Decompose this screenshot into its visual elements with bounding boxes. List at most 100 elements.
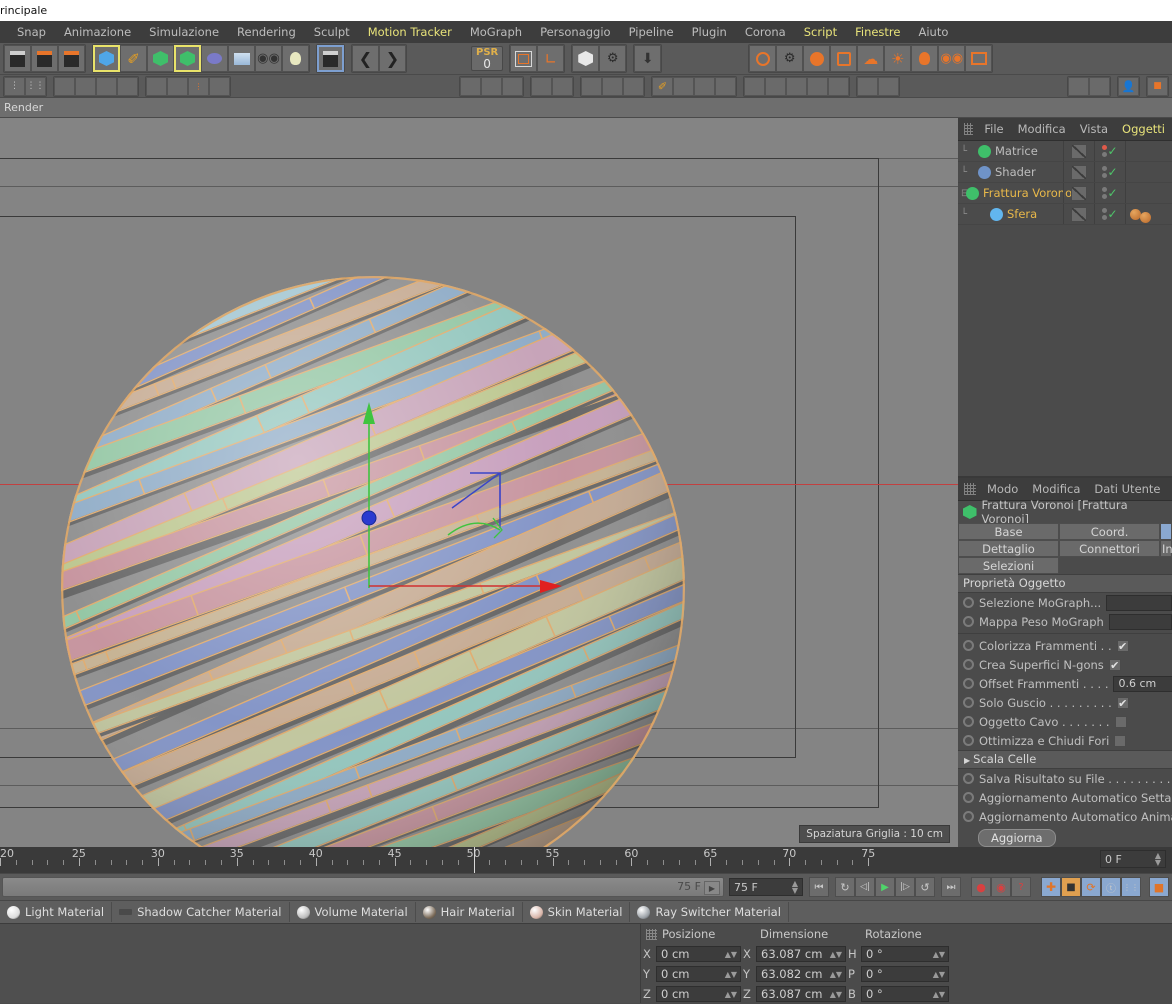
mograph-select-icon[interactable] — [749, 45, 777, 72]
key-point-level-button[interactable]: ⋮⋮ — [1121, 877, 1141, 897]
panel-icon[interactable] — [965, 45, 993, 72]
settings-gear-icon[interactable]: ⚙ — [599, 45, 627, 72]
object-tags-cell[interactable] — [1125, 162, 1172, 182]
spline-pen-icon[interactable]: ✐ — [120, 45, 147, 72]
lock-axis-y-icon[interactable] — [481, 76, 502, 96]
video-camera-icon[interactable]: ◉◉ — [938, 45, 966, 72]
object-enabled-check[interactable]: ✓ — [1107, 187, 1117, 199]
tab-dettaglio[interactable]: Dettaglio — [958, 540, 1059, 557]
workplane-icon[interactable] — [146, 76, 167, 96]
magnet-icon[interactable] — [581, 76, 602, 96]
coord-position-field[interactable]: 0 cm ▲▼ — [656, 946, 741, 962]
key-scale-button[interactable]: ■ — [1061, 877, 1081, 897]
menu-item-sculpt[interactable]: Sculpt — [305, 21, 359, 43]
scissors-icon[interactable] — [1089, 76, 1110, 96]
tool-group-e[interactable] — [530, 75, 574, 97]
material-preview-icon[interactable] — [637, 905, 651, 919]
om-menu-modifica[interactable]: Modifica — [1011, 118, 1073, 140]
property-row-2[interactable]: Salva Risultato su File . . . . . . . . … — [958, 769, 1172, 788]
object-visibility-cell[interactable] — [1063, 204, 1094, 224]
points-mode-icon[interactable]: ⋮ — [4, 76, 25, 96]
attribute-property-list[interactable]: Selezione MoGraph... Mappa Peso MoGraph Co… — [958, 593, 1172, 750]
property-row[interactable]: Ottimizza e Chiudi Fori ✔ — [958, 731, 1172, 750]
property-checkbox[interactable]: ✔ — [1116, 639, 1129, 652]
object-tags-cell[interactable] — [1125, 141, 1172, 161]
property-row[interactable]: Selezione MoGraph... — [958, 593, 1172, 612]
menu-item-snap[interactable]: Snap — [8, 21, 55, 43]
layer-swatch-icon[interactable] — [1071, 164, 1087, 180]
mograph-gear-icon[interactable]: ⚙ — [776, 45, 804, 72]
world-coord-icon[interactable] — [510, 45, 538, 72]
property-checkbox[interactable]: ✔ — [1114, 734, 1127, 747]
property-row[interactable]: Oggetto Cavo . . . . . . . ✔ — [958, 712, 1172, 731]
material-editor-area[interactable] — [0, 924, 641, 1003]
menu-item-plugin[interactable]: Plugin — [683, 21, 736, 43]
property-row[interactable]: Solo Guscio . . . . . . . . . ✔ — [958, 693, 1172, 712]
toolbar-group-coordsys[interactable]: ∟ — [509, 44, 566, 73]
object-row[interactable]: ⊟ Frattura Voronoi ✓ — [958, 183, 1172, 204]
end-frame-field[interactable]: 75 F ▲ ▼ — [729, 878, 803, 896]
tool-group-k[interactable]: 👤 — [1117, 75, 1140, 97]
menu-item-script[interactable]: Script — [795, 21, 846, 43]
property-row[interactable]: Crea Superfici N-gons ✔ — [958, 655, 1172, 674]
object-tree-empty-area[interactable] — [958, 225, 1172, 476]
viewport-panel[interactable]: Spaziatura Griglia : 10 cm — [0, 118, 958, 847]
material-item[interactable]: Light Material — [0, 902, 113, 922]
material-item[interactable]: Hair Material — [416, 902, 523, 922]
attribute-tabs-row-1[interactable]: Base Coord. — [958, 523, 1172, 540]
object-axis-icon[interactable]: ∟ — [537, 45, 565, 72]
property-anim-dot-icon[interactable] — [963, 597, 974, 608]
material-preview-icon[interactable] — [296, 905, 310, 919]
coord-position-field[interactable]: 0 cm ▲▼ — [656, 966, 741, 982]
character-icon[interactable]: 👤 — [1118, 76, 1139, 96]
toolbar-group-mograph[interactable]: ⚙ ☁ ☀ ◉◉ — [748, 44, 994, 73]
material-preview-icon[interactable] — [7, 905, 20, 919]
object-tags-cell[interactable] — [1125, 204, 1172, 224]
tab-in-1[interactable] — [1160, 523, 1172, 540]
autokey-button[interactable]: ● — [971, 877, 991, 897]
axis-mode-icon[interactable] — [117, 76, 138, 96]
coordinate-rows[interactable]: X0 cm ▲▼ X 63.087 cm ▲▼ H 0 ° ▲▼ Y 0 cm ▲▼ Y 63.082 … — [641, 944, 1172, 1004]
coord-size-field[interactable]: 63.087 cm ▲▼ — [756, 946, 846, 962]
toolbar-group-primitives[interactable]: ✐ ◉◉ — [92, 44, 310, 73]
object-visibility-cell[interactable] — [1063, 141, 1094, 161]
property-text-field[interactable] — [1108, 613, 1172, 630]
property-anim-dot-icon[interactable] — [963, 792, 974, 803]
step-back-button[interactable]: ◁| — [855, 877, 875, 897]
layer-swatch-icon[interactable] — [1071, 206, 1087, 222]
connect-icon[interactable] — [857, 76, 878, 96]
tab-base[interactable]: Base — [958, 523, 1060, 540]
environment-icon[interactable] — [228, 45, 255, 72]
solid-icon[interactable] — [715, 76, 736, 96]
om-menu-file[interactable]: File — [977, 118, 1010, 140]
paint-icon[interactable]: ✐ — [652, 76, 673, 96]
scrub-play-marker-icon[interactable]: ▶ — [704, 881, 720, 895]
loop-button[interactable]: ↺ — [915, 877, 935, 897]
material-item[interactable]: Volume Material — [290, 902, 416, 922]
om-menu-oggetti[interactable]: Oggetti — [1115, 118, 1172, 140]
keyframe-help-button[interactable]: ? — [1011, 877, 1031, 897]
sky-icon[interactable]: ☁ — [857, 45, 885, 72]
transport-bar[interactable]: 75 F ▶ 75 F ▲ ▼ ⏮ ↻ ◁| ▶ |▷ ↺ ⏭ ● ◉ ? ✚ ■ … — [0, 873, 1172, 900]
array-icon[interactable] — [174, 45, 201, 72]
property-anim-dot-icon[interactable] — [963, 678, 974, 689]
menu-item-animazione[interactable]: Animazione — [55, 21, 140, 43]
polygons-mode-icon[interactable] — [54, 76, 75, 96]
property-row-2[interactable]: Aggiornamento Automatico Settagg — [958, 788, 1172, 807]
object-manager-header[interactable]: File Modifica Vista Oggetti — [958, 118, 1172, 141]
transform-gizmo[interactable] — [300, 378, 590, 608]
cube-primitive-icon[interactable] — [93, 45, 120, 72]
tool-group-b[interactable] — [53, 75, 139, 97]
coord-rotation-field[interactable]: 0 ° ▲▼ — [861, 986, 949, 1002]
aggiorna-button[interactable]: Aggiorna — [978, 829, 1056, 847]
tool-group-l[interactable]: ■ — [1146, 75, 1169, 97]
download-icon[interactable]: ⬇ — [634, 45, 662, 72]
weld-icon[interactable] — [878, 76, 899, 96]
material-item[interactable]: Skin Material — [523, 902, 631, 922]
render-view-icon[interactable] — [317, 45, 344, 72]
prev-frame-button[interactable]: ❮ — [352, 45, 379, 72]
property-anim-dot-icon[interactable] — [963, 616, 974, 627]
toolbar-group-nav[interactable]: ❮ ❯ — [351, 44, 407, 73]
object-dots-cell[interactable]: ✓ — [1094, 162, 1125, 182]
property-anim-dot-icon[interactable] — [963, 773, 974, 784]
